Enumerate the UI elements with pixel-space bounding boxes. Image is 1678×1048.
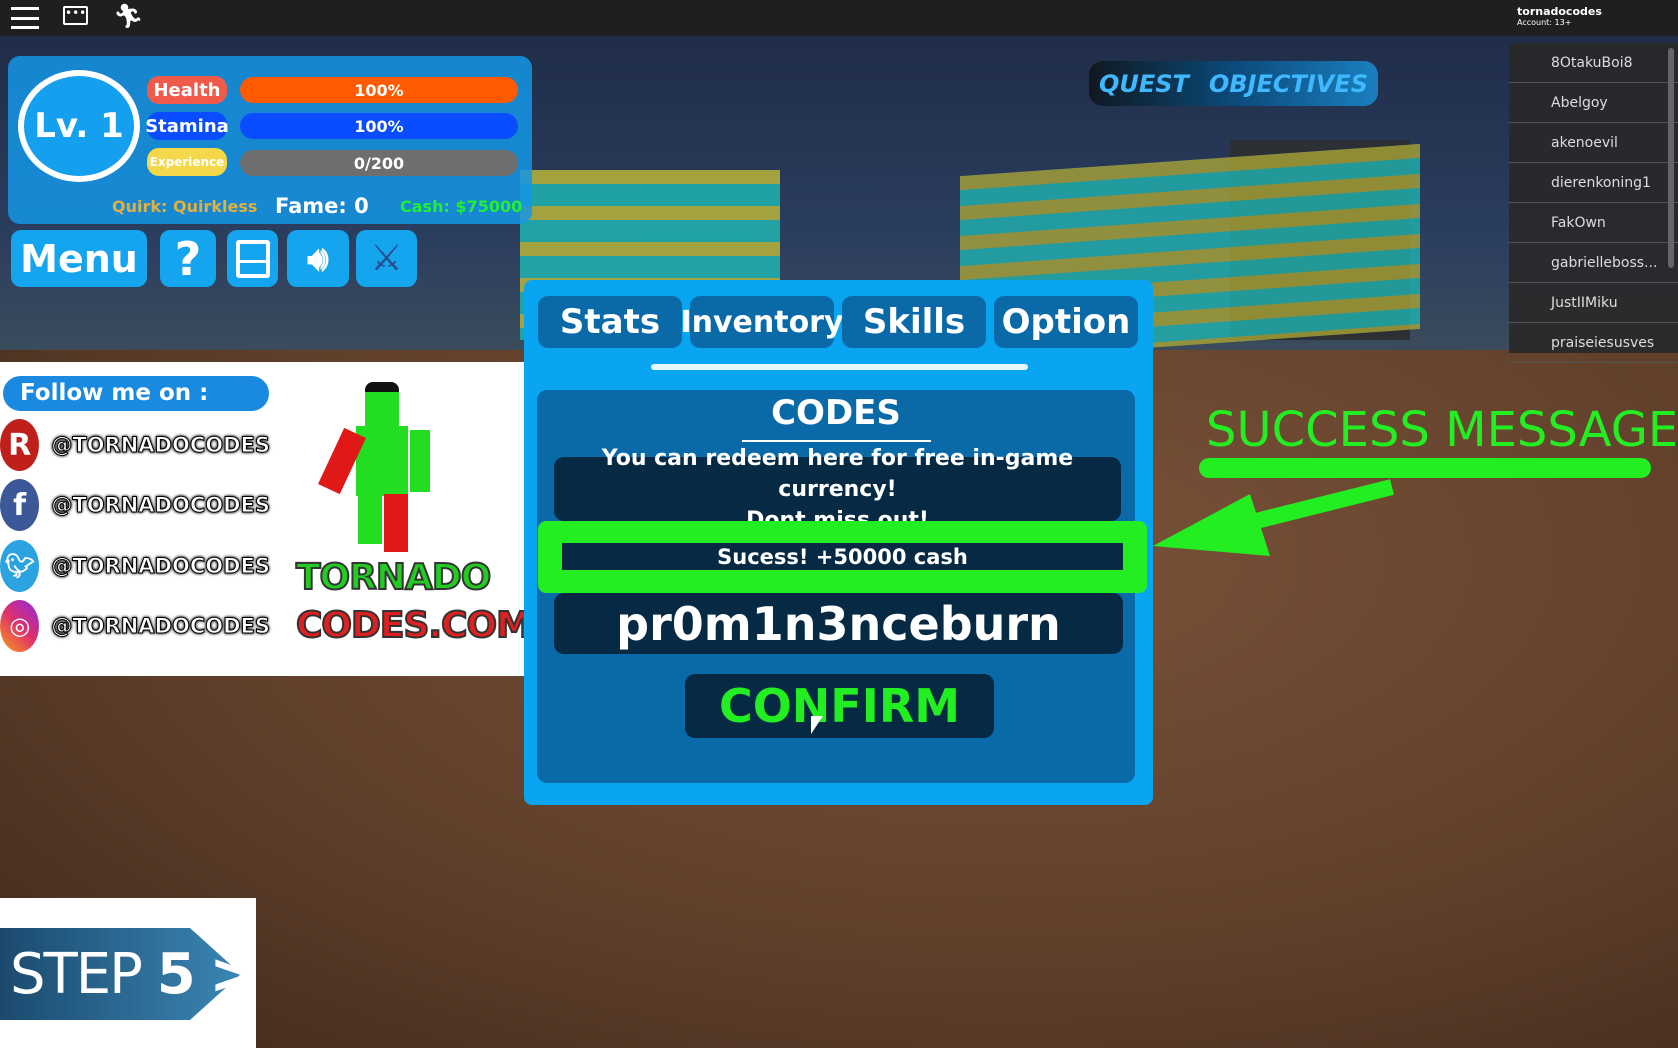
description-line: You can redeem here for free in-game cur…	[601, 445, 1074, 502]
tab-stats[interactable]: Stats	[538, 296, 682, 348]
tab-underline	[651, 364, 1028, 370]
help-button[interactable]: ?	[160, 230, 216, 287]
roblox-icon: R	[0, 419, 40, 471]
objectives-button[interactable]: OBJECTIVES	[1209, 70, 1368, 98]
menu-button[interactable]: Menu	[11, 230, 147, 287]
follow-overlay: Follow me on : R @TORNADOCODES f @TORNADOC…	[0, 362, 533, 676]
chevron-right-icon: >	[209, 942, 257, 1007]
speaker-icon: 🔊︎	[307, 238, 329, 279]
account-age: Account: 13+	[1517, 18, 1572, 27]
tab-skills[interactable]: Skills	[842, 296, 986, 348]
player-item[interactable]: dierenkoning1	[1509, 163, 1678, 203]
instagram-icon: ◎	[0, 600, 40, 652]
pvp-button[interactable]: ⚔	[356, 230, 417, 287]
tab-option[interactable]: Option	[994, 296, 1138, 348]
twitter-icon: 🐦︎	[0, 540, 40, 592]
account-info[interactable]: tornadocodes Account: 13+	[1517, 5, 1602, 27]
player-item[interactable]: gabrielleboss...	[1509, 243, 1678, 283]
player-item[interactable]: akenoevil	[1509, 123, 1678, 163]
cash-text: Cash: $75000	[400, 197, 523, 216]
crossed-swords-shield-icon: ⚔	[370, 238, 403, 279]
health-bar: 100%	[240, 77, 518, 103]
facebook-icon: f	[0, 479, 40, 531]
social-handle: @TORNADOCODES	[51, 433, 271, 458]
social-handle: @TORNADOCODES	[51, 554, 271, 579]
step-number: 5	[156, 942, 196, 1007]
social-handle: @TORNADOCODES	[51, 493, 271, 518]
success-annotation-label: SUCCESS MESSAGE	[1206, 402, 1678, 458]
logo-line: CODES.COM	[295, 604, 533, 647]
quirk-text: Quirk: Quirkless	[112, 197, 258, 216]
quest-banner[interactable]: QUEST OBJECTIVES	[1089, 61, 1378, 106]
menu-icon[interactable]	[11, 7, 39, 29]
follow-title: Follow me on :	[3, 376, 269, 411]
quest-button[interactable]: QUEST	[1099, 70, 1189, 98]
tab-inventory[interactable]: Inventory	[680, 296, 844, 348]
logo-line: TORNADO	[295, 556, 492, 599]
stamina-label: Stamina	[145, 112, 229, 140]
step-card: STEP 5 >	[0, 898, 256, 1048]
save-icon	[235, 239, 270, 278]
step-word: STEP	[10, 942, 143, 1007]
emote-icon[interactable]: 🏃︎	[113, 2, 143, 30]
chat-icon[interactable]: •••	[63, 6, 88, 25]
experience-bar: 0/200	[240, 150, 518, 176]
username: tornadocodes	[1517, 5, 1602, 18]
social-handle: @TORNADOCODES	[51, 614, 271, 639]
player-item[interactable]: praiseiesusves	[1509, 323, 1678, 363]
mouse-cursor-icon	[811, 716, 823, 734]
stamina-bar: 100%	[240, 113, 518, 139]
code-input[interactable]: pr0m1n3nceburn	[554, 593, 1123, 654]
player-list-scrollbar[interactable]	[1668, 48, 1674, 268]
confirm-button[interactable]: CONFIRM	[685, 674, 994, 738]
player-item[interactable]: JustIIMiku	[1509, 283, 1678, 323]
sound-button[interactable]: 🔊︎	[287, 230, 349, 287]
fame-text: Fame: 0	[275, 194, 369, 218]
codes-title: CODES	[771, 393, 901, 433]
tornadocodes-logo: TORNADO CODES.COM	[295, 554, 533, 650]
player-item[interactable]: Abelgoy	[1509, 83, 1678, 123]
level-badge: Lv. 1	[18, 70, 140, 182]
player-list: 8OtakuBoi8 Abelgoy akenoevil dierenkonin…	[1509, 43, 1678, 363]
codes-description: You can redeem here for free in-game cur…	[554, 446, 1121, 533]
avatar-figure	[318, 382, 430, 552]
annotation-arrow-icon	[1153, 479, 1394, 556]
top-bar: ••• 🏃︎ tornadocodes Account: 13+	[0, 0, 1678, 36]
health-label: Health	[147, 76, 227, 104]
experience-label: Experience	[147, 148, 227, 176]
status-message: Sucess! +50000 cash	[562, 543, 1123, 570]
player-item[interactable]: 8OtakuBoi8	[1509, 43, 1678, 83]
save-button[interactable]	[227, 230, 278, 287]
player-item[interactable]: FakOwn	[1509, 203, 1678, 243]
